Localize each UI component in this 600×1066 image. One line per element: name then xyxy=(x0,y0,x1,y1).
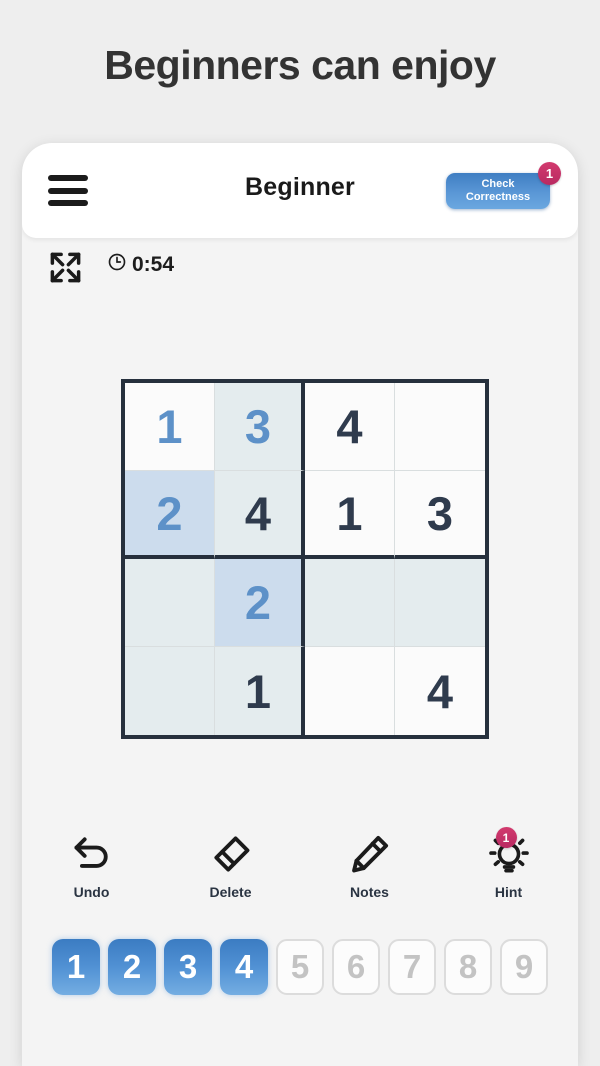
numpad-button-label: 1 xyxy=(66,948,86,985)
sudoku-cell-r1c3[interactable]: 4 xyxy=(305,383,395,471)
sudoku-cell-r2c1[interactable]: 2 xyxy=(125,471,215,559)
sudoku-cell-r3c2[interactable]: 2 xyxy=(215,559,305,647)
sudoku-cell-r4c2[interactable]: 1 xyxy=(215,647,305,735)
sudoku-cell-r1c1[interactable]: 1 xyxy=(125,383,215,471)
undo-arrow-icon xyxy=(70,829,114,879)
numpad-button-label: 9 xyxy=(514,948,534,985)
cell-value: 3 xyxy=(426,486,454,540)
numpad-button-label: 8 xyxy=(458,948,478,985)
numpad-button-6[interactable]: 6 xyxy=(332,939,380,995)
numpad-button-label: 7 xyxy=(402,948,422,985)
lightbulb-icon: 1 xyxy=(487,827,531,879)
numpad-button-7[interactable]: 7 xyxy=(388,939,436,995)
sudoku-cell-r4c3[interactable] xyxy=(305,647,395,735)
check-correctness-button[interactable]: Check Correctness 1 xyxy=(446,162,561,209)
timer: 0:54 xyxy=(107,252,174,277)
sudoku-cell-r3c3[interactable] xyxy=(305,559,395,647)
cell-value: 1 xyxy=(244,664,272,718)
sudoku-cell-r3c1[interactable] xyxy=(125,559,215,647)
check-button-label-line2: Correctness xyxy=(465,191,531,203)
timer-value: 0:54 xyxy=(132,252,175,276)
sudoku-cell-r2c3[interactable]: 1 xyxy=(305,471,395,559)
numpad-button-3[interactable]: 3 xyxy=(164,939,212,995)
numpad-button-8[interactable]: 8 xyxy=(444,939,492,995)
tool-bar: Undo Delete Notes 1 Hint xyxy=(22,827,578,921)
clock-icon xyxy=(107,252,127,277)
cell-value: 1 xyxy=(156,400,183,453)
check-button-label-line1: Check xyxy=(481,178,515,190)
app-bar: Beginner Check Correctness 1 xyxy=(22,143,578,238)
cell-value: 3 xyxy=(244,400,272,453)
numpad-button-9[interactable]: 9 xyxy=(500,939,548,995)
numpad-button-4[interactable]: 4 xyxy=(220,939,268,995)
undo-button[interactable]: Undo xyxy=(47,829,137,900)
delete-label: Delete xyxy=(209,884,252,900)
delete-button[interactable]: Delete xyxy=(186,829,276,900)
hint-button[interactable]: 1 Hint xyxy=(464,827,554,900)
notes-button[interactable]: Notes xyxy=(325,829,415,900)
numpad-button-2[interactable]: 2 xyxy=(108,939,156,995)
cell-value: 1 xyxy=(336,486,363,540)
numpad-button-1[interactable]: 1 xyxy=(52,939,100,995)
sudoku-cell-r4c1[interactable] xyxy=(125,647,215,735)
cell-value: 4 xyxy=(426,664,454,718)
numpad-button-label: 4 xyxy=(234,948,254,985)
numpad-button-5[interactable]: 5 xyxy=(276,939,324,995)
sudoku-grid: 1 3 4 2 4 1 3 2 1 4 xyxy=(121,379,489,739)
notes-label: Notes xyxy=(350,884,389,900)
numpad-button-label: 6 xyxy=(346,948,366,985)
cell-value: 2 xyxy=(156,486,183,540)
undo-label: Undo xyxy=(73,884,110,900)
status-row: 0:54 xyxy=(22,238,578,296)
promo-headline: Beginners can enjoy xyxy=(104,42,496,88)
cell-value: 4 xyxy=(336,400,363,453)
sudoku-cell-r3c4[interactable] xyxy=(395,559,485,647)
numpad-button-label: 5 xyxy=(290,948,310,985)
eraser-icon xyxy=(209,829,253,879)
fullscreen-expand-icon[interactable] xyxy=(48,250,83,285)
pencil-icon xyxy=(348,829,392,879)
phone-frame: Beginner Check Correctness 1 0:54 1 3 4 … xyxy=(22,143,578,1066)
cell-value: 4 xyxy=(244,486,272,540)
sudoku-cell-r2c2[interactable]: 4 xyxy=(215,471,305,559)
hint-badge: 1 xyxy=(495,827,517,848)
check-correctness-badge: 1 xyxy=(538,162,561,185)
sudoku-cell-r1c4[interactable] xyxy=(395,383,485,471)
number-pad: 123456789 xyxy=(22,939,578,997)
sudoku-cell-r2c4[interactable]: 3 xyxy=(395,471,485,559)
sudoku-cell-r1c2[interactable]: 3 xyxy=(215,383,305,471)
hint-label: Hint xyxy=(494,884,523,900)
numpad-button-label: 2 xyxy=(122,948,142,985)
sudoku-cell-r4c4[interactable]: 4 xyxy=(395,647,485,735)
cell-value: 2 xyxy=(244,576,272,629)
numpad-button-label: 3 xyxy=(178,948,198,985)
